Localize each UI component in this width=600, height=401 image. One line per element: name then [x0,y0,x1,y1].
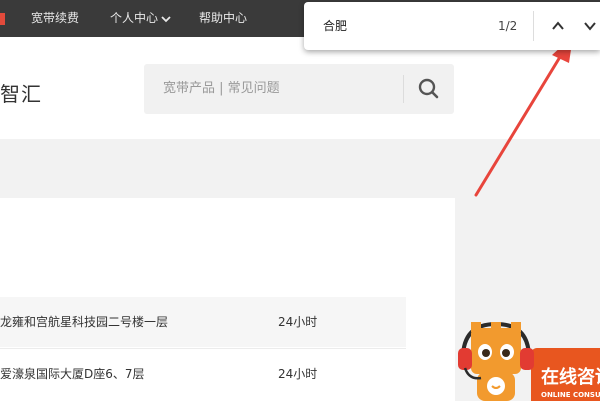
chevron-down-icon [580,21,600,40]
location-row: 龙雍和宫航星科技园二号楼一层 24小时 [0,297,406,347]
brand-name: 智汇 [0,82,42,106]
chevron-up-icon [548,21,568,40]
logo-fragment [0,13,5,25]
find-divider [533,11,534,41]
location-address: 爱濠泉国际大厦D座6、7层 [0,367,145,381]
location-hours: 24小时 [278,367,318,381]
online-consult-widget[interactable]: 在线咨询 ONLINE CONSULT [455,318,600,401]
search-divider [403,75,404,103]
consult-title[interactable]: 在线咨询 [541,363,600,389]
search-box[interactable]: 宽带产品 | 常见问题 [144,64,454,114]
mascot-icon[interactable] [455,318,537,401]
find-next-button[interactable] [580,16,600,36]
location-hours: 24小时 [278,315,318,329]
search-icon [414,78,444,108]
nav-link-personal-center[interactable]: 个人中心 [110,0,171,37]
find-input[interactable]: 合肥 [323,2,347,50]
nav-link-help-center[interactable]: 帮助中心 [199,0,247,37]
nav-link-broadband-renewal[interactable]: 宽带续费 [31,0,79,37]
find-in-page-bar: 合肥 1/2 [304,2,600,50]
location-address: 龙雍和宫航星科技园二号楼一层 [0,315,169,329]
find-match-count: 1/2 [498,19,518,33]
find-previous-button[interactable] [548,16,568,36]
location-row: 爱濠泉国际大厦D座6、7层 24小时 [0,349,406,399]
search-button[interactable] [414,74,444,104]
location-list-card: 龙雍和宫航星科技园二号楼一层 24小时 爱濠泉国际大厦D座6、7层 24小时 [0,198,455,401]
page-header: 智汇 宽带产品 | 常见问题 [0,37,600,139]
nav-link-personal-center-label: 个人中心 [110,11,159,25]
consult-subtitle: ONLINE CONSULT [541,391,600,399]
chevron-down-icon [161,1,171,38]
search-input-placeholder[interactable]: 宽带产品 | 常见问题 [163,64,280,114]
